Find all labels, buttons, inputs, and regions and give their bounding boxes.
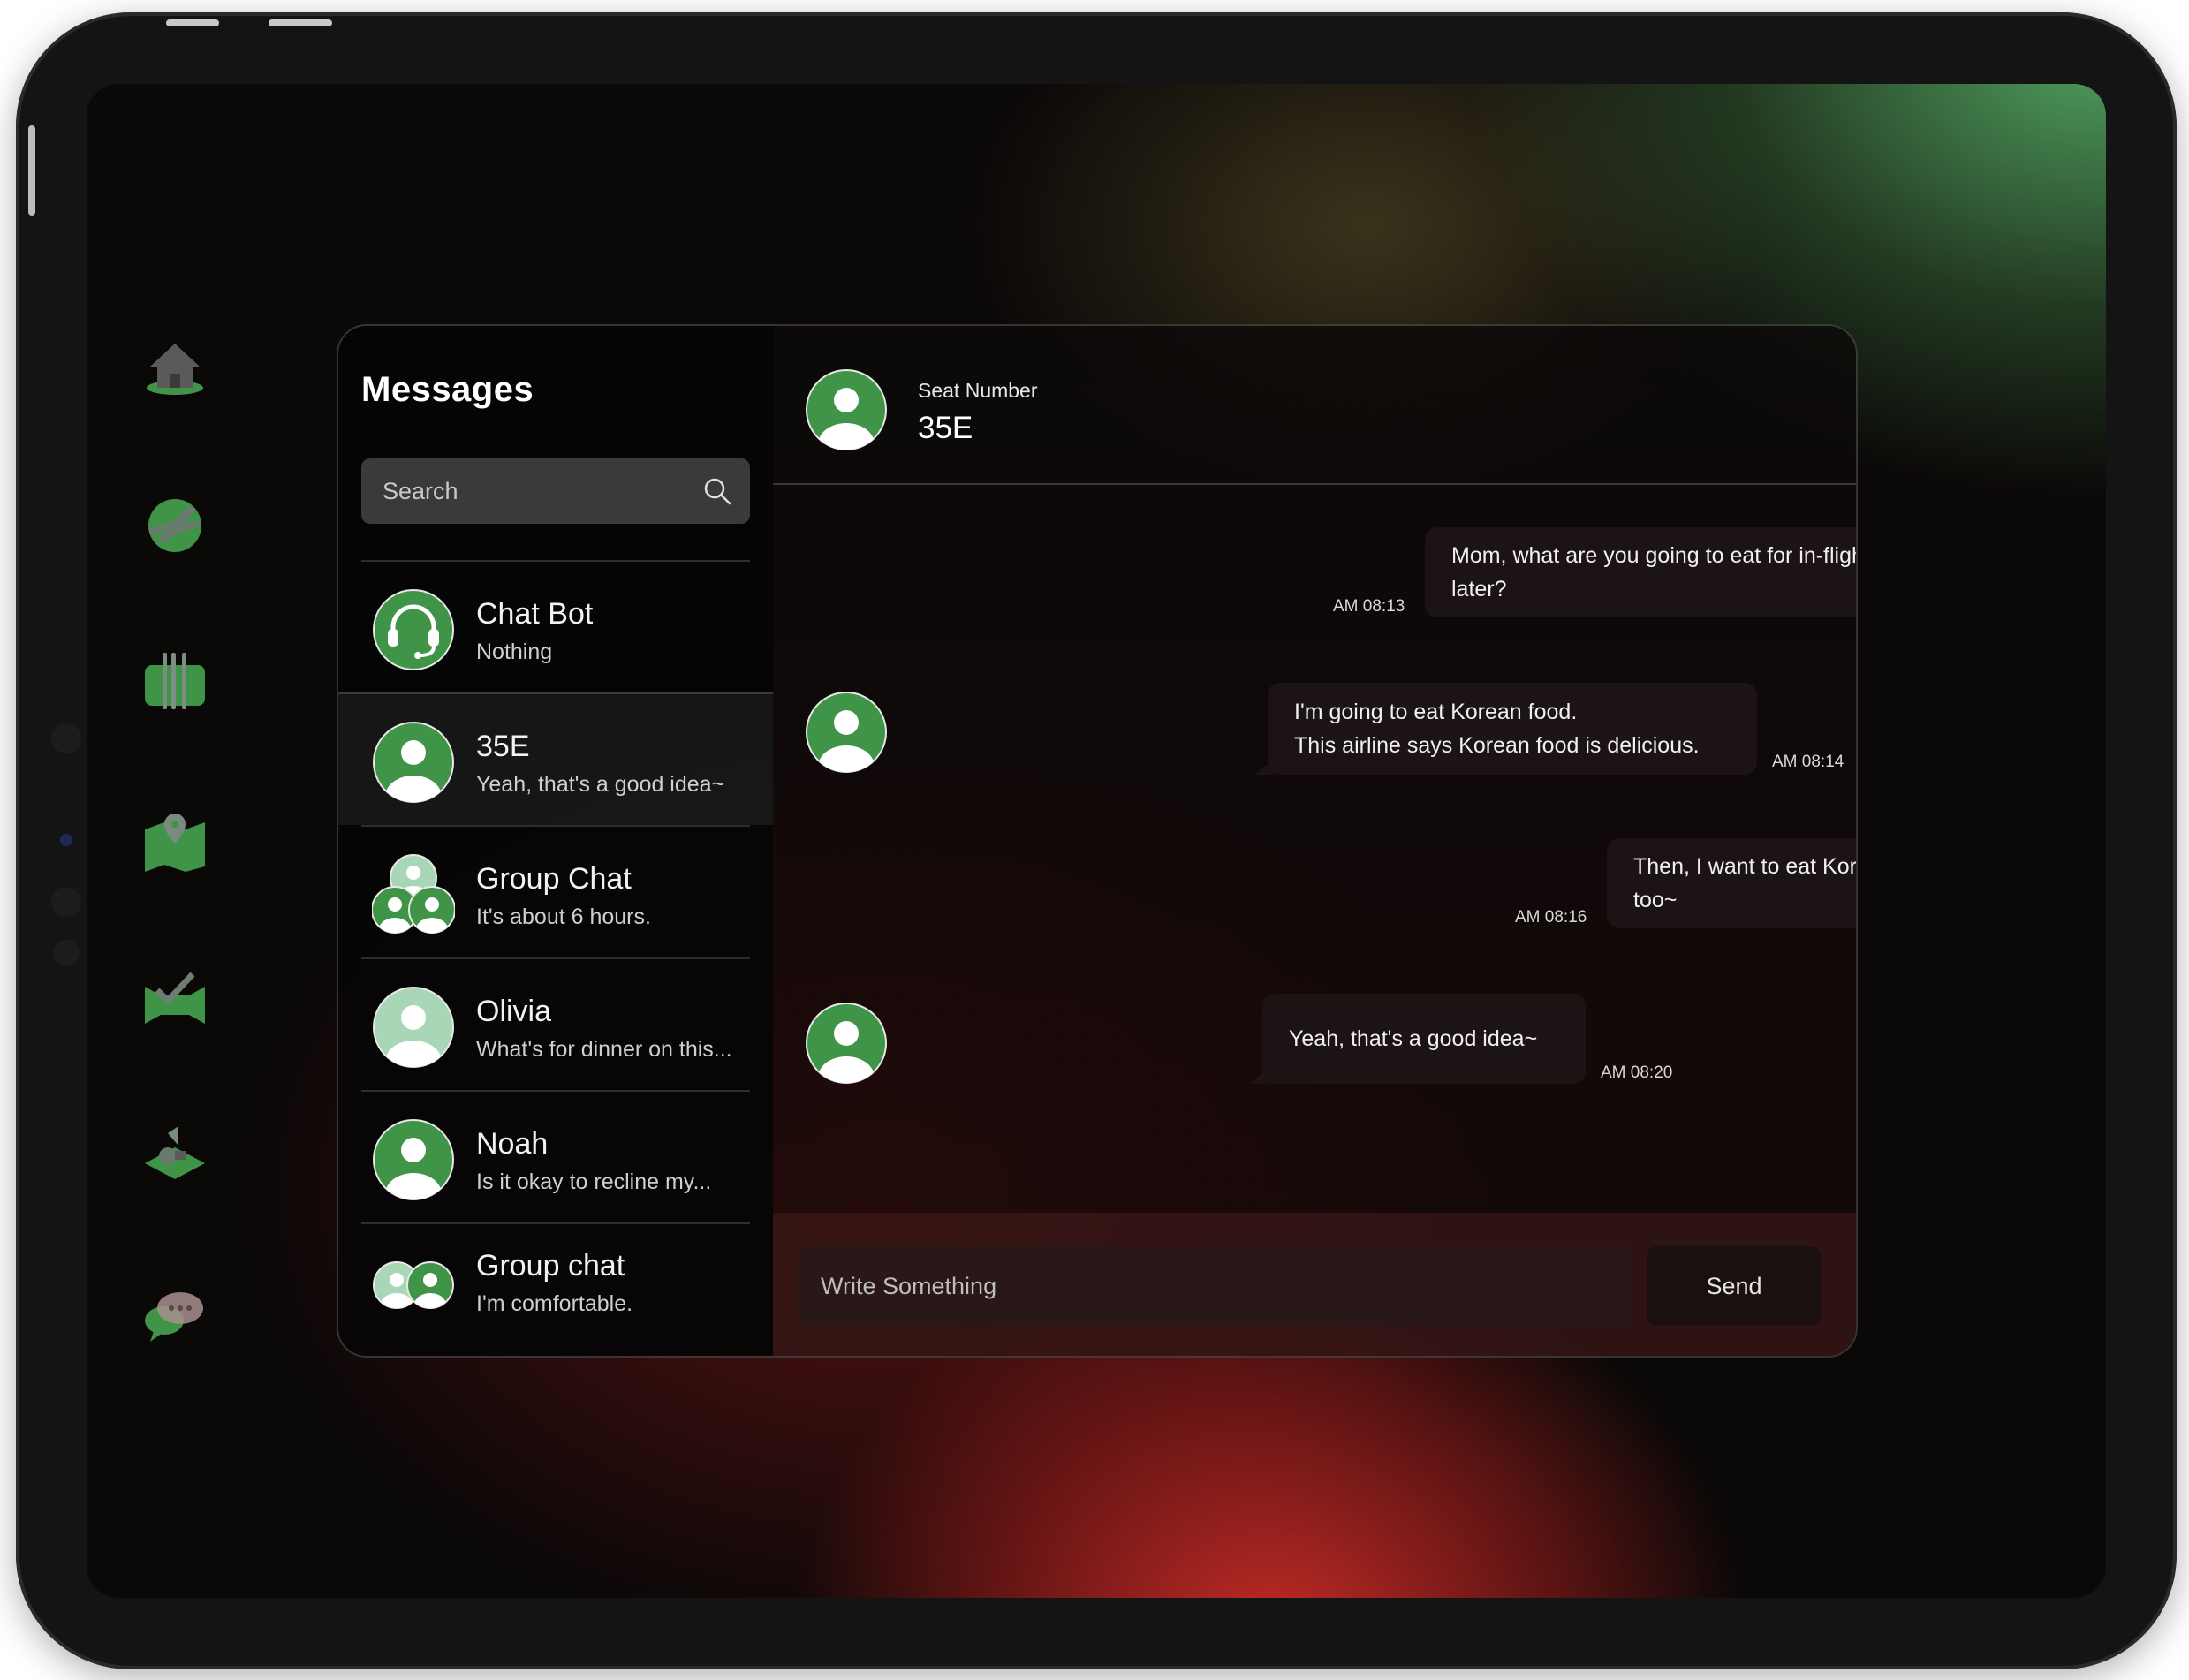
search-input[interactable]: Search [361,458,750,524]
headset-icon [373,589,454,670]
conversation-item-noah[interactable]: Noah Is it okay to recline my... [361,1090,750,1222]
map-icon[interactable] [143,810,207,874]
messages-window: Messages Search Chat Bot Nothing 35E Yea… [337,324,1858,1358]
sensor [51,887,81,917]
conversation-item-group-chat[interactable]: Group Chat It's about 6 hours. [361,825,750,957]
message-text: Mom, what are you going to eat for in-fl… [1451,543,1856,602]
user-avatar-icon [373,987,454,1068]
message-text: Then, I want to eat Korean food too~ [1633,854,1857,912]
message-composer: Write Something Send [773,1213,1856,1356]
seat-number-label: Seat Number [918,379,1038,402]
hardware-button [166,19,219,26]
user-avatar-icon [373,1119,454,1200]
conversation-name: Olivia [476,995,552,1028]
conversation-preview: I'm comfortable. [476,1291,633,1316]
chat-panel: Seat Number 35E Mom, what are you going … [773,326,1856,1356]
message-bubble-outgoing: Mom, what are you going to eat for in-fl… [1425,527,1856,617]
conversation-name: 35E [476,730,530,763]
user-avatar-icon [806,692,887,773]
camera [60,834,72,846]
page-title: Messages [361,370,534,409]
message-text: Yeah, that's a good idea~ [1289,1026,1538,1051]
conversation-preview: What's for dinner on this... [476,1037,732,1062]
message-input-placeholder: Write Something [821,1273,997,1299]
seat-number-value: 35E [918,411,973,445]
conversation-list-panel: Messages Search Chat Bot Nothing 35E Yea… [338,326,773,1356]
dining-icon[interactable] [143,649,207,713]
conversation-item-olivia[interactable]: Olivia What's for dinner on this... [361,957,750,1090]
user-avatar-icon [806,1003,887,1084]
conversation-preview: It's about 6 hours. [476,904,651,929]
pair-avatar-icon [373,1261,454,1309]
conversation-name: Chat Bot [476,597,594,631]
flight-icon[interactable] [143,494,207,557]
shopping-icon[interactable] [143,1121,207,1184]
message-input[interactable]: Write Something [798,1246,1632,1326]
conversation-preview: Yeah, that's a good idea~ [476,772,725,797]
conversation-item-group-chat-2[interactable]: Group chat I'm comfortable. [361,1222,750,1356]
send-button[interactable]: Send [1647,1246,1821,1326]
user-avatar-icon[interactable] [805,368,888,451]
chat-header: Seat Number 35E [773,326,1856,485]
video-icon[interactable] [143,965,207,1029]
search-icon[interactable] [702,476,732,506]
message-timestamp: AM 08:16 [1515,908,1587,927]
sensor [51,723,81,753]
message-timestamp: AM 08:20 [1601,1063,1673,1082]
conversation-item-35e[interactable]: 35E Yeah, that's a good idea~ [338,692,773,825]
message-timestamp: AM 08:14 [1772,753,1844,771]
message-timestamp: AM 08:13 [1333,597,1405,616]
conversation-preview: Nothing [476,639,553,664]
hardware-button [28,125,35,216]
home-icon[interactable] [143,338,207,402]
group-avatar-icon [372,854,455,934]
message-bubble-outgoing: Then, I want to eat Korean food too~ [1607,838,1857,928]
message-bubble-incoming: I'm going to eat Korean food. This airli… [1254,683,1757,775]
conversation-name: Noah [476,1127,549,1161]
search-placeholder: Search [383,478,458,504]
message-text: This airline says Korean food is delicio… [1294,733,1700,758]
conversation-name: Group Chat [476,862,632,896]
sensor [53,940,80,966]
message-text: I'm going to eat Korean food. [1294,700,1578,724]
message-bubble-incoming: Yeah, that's a good idea~ [1248,994,1586,1084]
chat-icon[interactable] [143,1282,207,1345]
user-avatar-icon [373,722,454,803]
conversation-item-chat-bot[interactable]: Chat Bot Nothing [361,560,750,692]
conversation-preview: Is it okay to recline my... [476,1169,712,1194]
conversation-name: Group chat [476,1249,625,1283]
hardware-button [269,19,332,26]
